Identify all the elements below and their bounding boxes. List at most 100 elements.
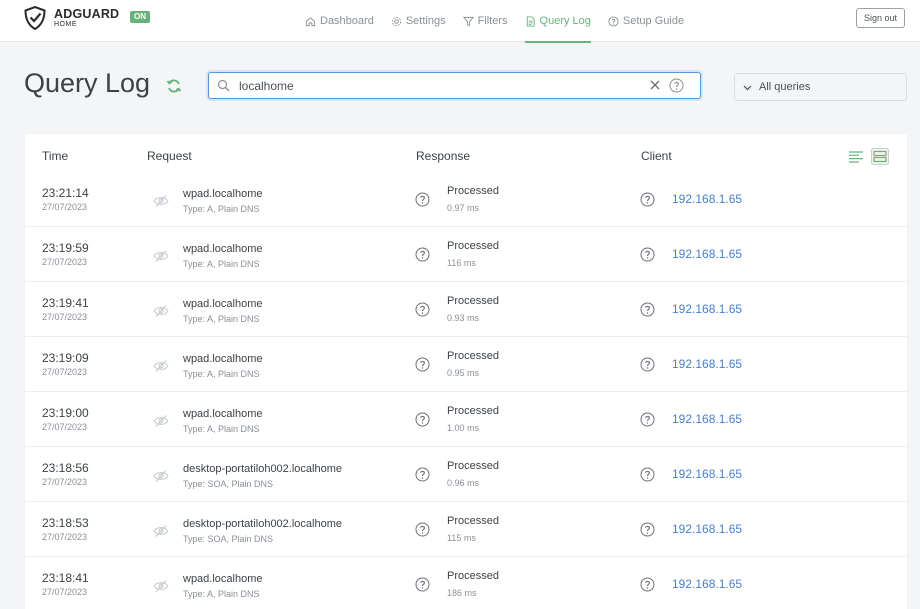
table-row[interactable]: 23:19:09 27/07/2023 wpad.localhome Type:… <box>25 337 907 392</box>
eye-slash-icon[interactable] <box>153 194 169 208</box>
help-circle-icon[interactable] <box>640 357 655 372</box>
row-client-link[interactable]: 192.168.1.65 <box>672 357 742 371</box>
nav-setup-guide-label: Setup Guide <box>622 15 685 27</box>
compact-view-icon[interactable] <box>848 150 864 164</box>
search-icon <box>217 79 230 92</box>
table-row[interactable]: 23:19:41 27/07/2023 wpad.localhome Type:… <box>25 282 907 337</box>
help-circle-icon[interactable] <box>640 412 655 427</box>
row-client-link[interactable]: 192.168.1.65 <box>672 467 742 481</box>
table-row[interactable]: 23:18:56 27/07/2023 desktop-portatiloh00… <box>25 447 907 502</box>
row-elapsed: 115 ms <box>447 533 476 543</box>
help-circle-icon[interactable] <box>640 192 655 207</box>
help-circle-icon[interactable] <box>415 357 430 372</box>
default-view-icon[interactable] <box>871 148 889 165</box>
table-row[interactable]: 23:18:53 27/07/2023 desktop-portatiloh00… <box>25 502 907 557</box>
nav-dashboard-label: Dashboard <box>320 15 374 27</box>
table-row[interactable]: 23:19:00 27/07/2023 wpad.localhome Type:… <box>25 392 907 447</box>
row-status: Processed <box>447 295 499 307</box>
row-client-link[interactable]: 192.168.1.65 <box>672 302 742 316</box>
eye-slash-icon[interactable] <box>153 469 169 483</box>
brand-name: ADGUARD <box>54 6 120 21</box>
row-domain: wpad.localhome <box>183 573 263 585</box>
row-domain: wpad.localhome <box>183 298 263 310</box>
row-client-link[interactable]: 192.168.1.65 <box>672 192 742 206</box>
table-row[interactable]: 23:21:14 27/07/2023 wpad.localhome Type:… <box>25 172 907 227</box>
row-status: Processed <box>447 570 499 582</box>
nav-filters-label: Filters <box>477 15 508 27</box>
row-status: Processed <box>447 240 499 252</box>
row-type: Type: A, Plain DNS <box>183 424 260 434</box>
help-circle-icon <box>608 15 619 27</box>
row-date: 27/07/2023 <box>42 312 88 322</box>
row-client-link[interactable]: 192.168.1.65 <box>672 247 742 261</box>
row-client-link[interactable]: 192.168.1.65 <box>672 412 742 426</box>
help-circle-icon[interactable] <box>415 412 430 427</box>
eye-slash-icon[interactable] <box>153 414 169 428</box>
eye-slash-icon[interactable] <box>153 579 169 593</box>
row-elapsed: 1.00 ms <box>447 423 480 433</box>
row-time: 23:18:53 <box>42 516 89 530</box>
help-circle-icon[interactable] <box>415 467 430 482</box>
row-date: 27/07/2023 <box>42 257 88 267</box>
row-domain: desktop-portatiloh002.localhome <box>183 463 342 475</box>
eye-slash-icon[interactable] <box>153 359 169 373</box>
row-time: 23:19:09 <box>42 351 89 365</box>
table-row[interactable]: 23:18:41 27/07/2023 wpad.localhome Type:… <box>25 557 907 609</box>
help-circle-icon[interactable] <box>415 302 430 317</box>
help-circle-icon[interactable] <box>640 467 655 482</box>
row-type: Type: A, Plain DNS <box>183 314 260 324</box>
help-circle-icon[interactable] <box>640 577 655 592</box>
funnel-icon <box>462 16 474 26</box>
search-input[interactable] <box>239 77 639 95</box>
nav-query-log[interactable]: Query Log <box>524 0 592 43</box>
row-status: Processed <box>447 405 499 417</box>
row-time: 23:18:56 <box>42 461 89 475</box>
row-time: 23:18:41 <box>42 571 89 585</box>
nav-query-log-label: Query Log <box>539 15 591 27</box>
row-time: 23:21:14 <box>42 186 89 200</box>
column-header-client: Client <box>641 149 672 163</box>
logo-text: ADGUARD HOME <box>54 8 119 29</box>
help-circle-icon[interactable] <box>415 192 430 207</box>
nav-setup-guide[interactable]: Setup Guide <box>608 0 684 42</box>
row-elapsed: 0.95 ms <box>447 368 480 378</box>
row-date: 27/07/2023 <box>42 422 88 432</box>
row-status: Processed <box>447 515 499 527</box>
sign-out-button[interactable]: Sign out <box>856 8 905 28</box>
nav-filters[interactable]: Filters <box>462 0 508 42</box>
help-circle-icon[interactable] <box>415 522 430 537</box>
refresh-icon[interactable] <box>166 78 182 94</box>
row-domain: wpad.localhome <box>183 408 263 420</box>
row-client-link[interactable]: 192.168.1.65 <box>672 577 742 591</box>
row-status: Processed <box>447 185 499 197</box>
row-date: 27/07/2023 <box>42 367 88 377</box>
row-domain: desktop-portatiloh002.localhome <box>183 518 342 530</box>
eye-slash-icon[interactable] <box>153 249 169 263</box>
row-time: 23:19:59 <box>42 241 89 255</box>
help-circle-icon[interactable] <box>669 78 684 93</box>
nav-dashboard[interactable]: Dashboard <box>305 0 374 42</box>
help-circle-icon[interactable] <box>640 302 655 317</box>
help-circle-icon[interactable] <box>640 247 655 262</box>
logo[interactable]: ADGUARD HOME <box>24 6 119 30</box>
row-type: Type: A, Plain DNS <box>183 369 260 379</box>
query-filter-value: All queries <box>759 81 811 93</box>
column-header-request: Request <box>147 149 192 163</box>
eye-slash-icon[interactable] <box>153 304 169 318</box>
row-domain: wpad.localhome <box>183 353 263 365</box>
row-date: 27/07/2023 <box>42 532 88 542</box>
help-circle-icon[interactable] <box>415 247 430 262</box>
nav-settings[interactable]: Settings <box>391 0 446 42</box>
nav-settings-label: Settings <box>405 15 446 27</box>
eye-slash-icon[interactable] <box>153 524 169 538</box>
top-header: ADGUARD HOME ON Dashboard Settings Filte… <box>0 0 920 43</box>
help-circle-icon[interactable] <box>415 577 430 592</box>
page-title: Query Log <box>24 68 151 98</box>
row-client-link[interactable]: 192.168.1.65 <box>672 522 742 536</box>
close-icon[interactable] <box>649 79 661 91</box>
row-domain: wpad.localhome <box>183 188 263 200</box>
query-filter-select[interactable]: All queries <box>734 73 907 101</box>
table-row[interactable]: 23:19:59 27/07/2023 wpad.localhome Type:… <box>25 227 907 282</box>
help-circle-icon[interactable] <box>640 522 655 537</box>
row-type: Type: SOA, Plain DNS <box>183 479 274 489</box>
